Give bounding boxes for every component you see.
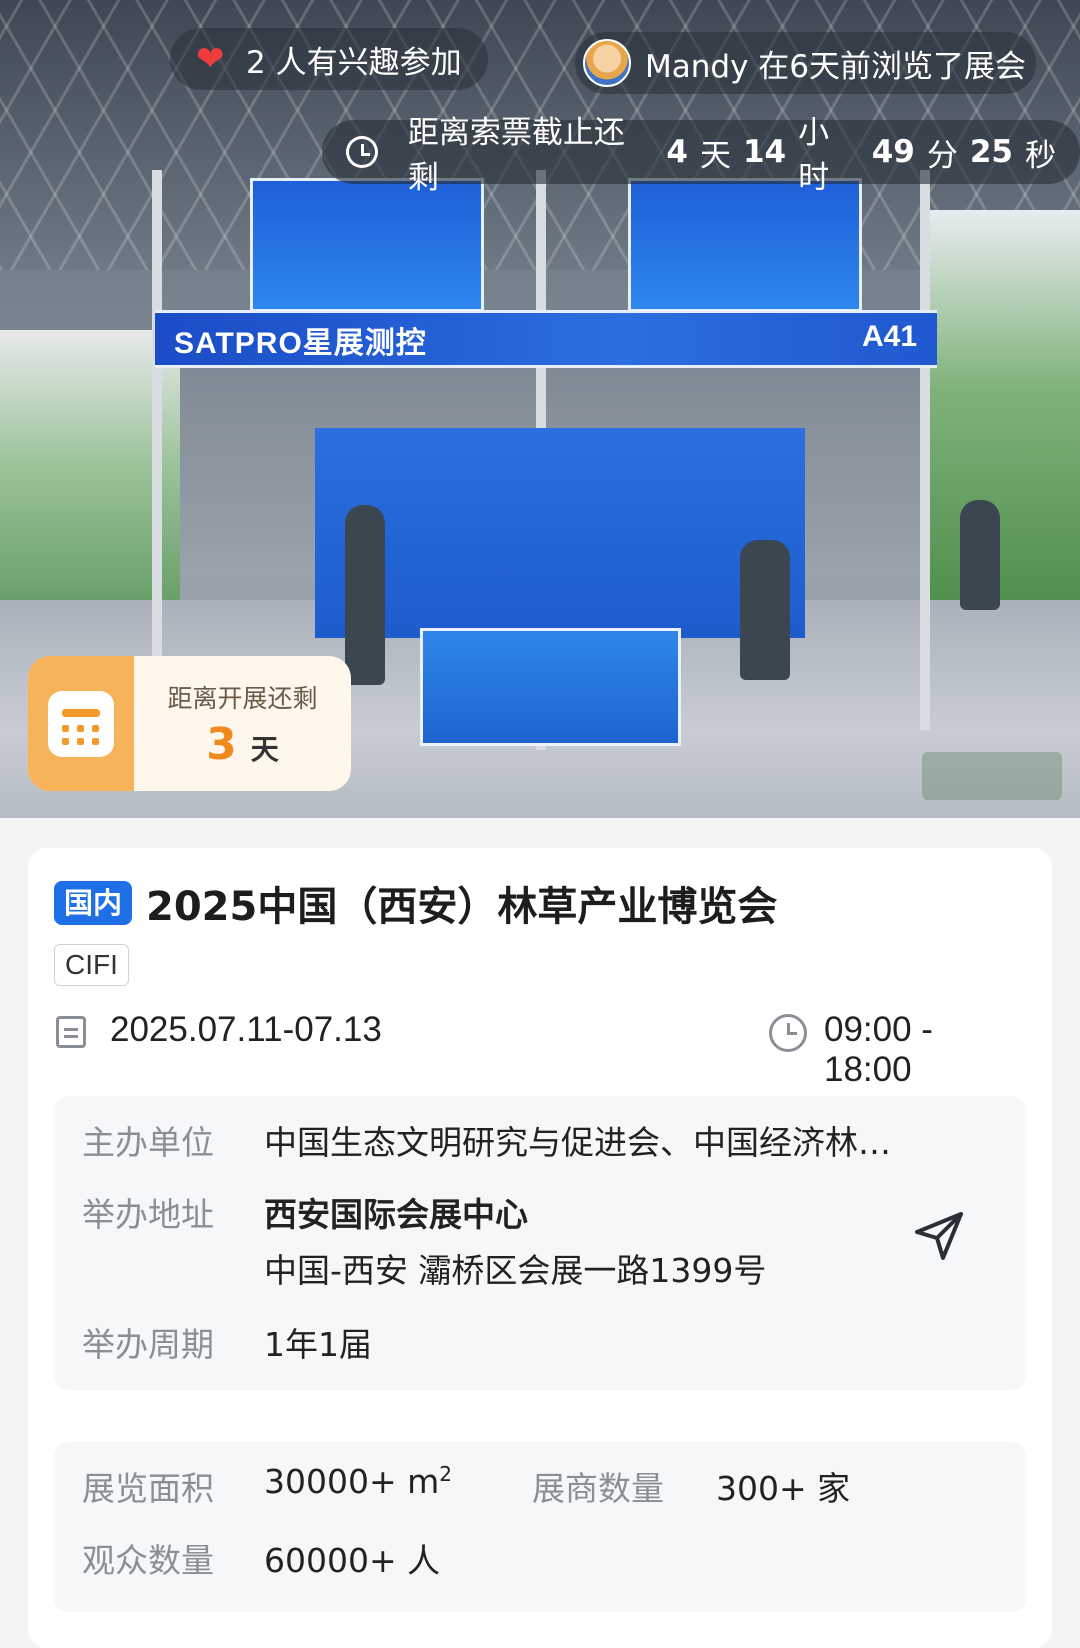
ticket-deadline-chip: 距离索票截止还剩 4 天 14 小时 49 分 25 秒 [322, 115, 1080, 196]
visitors-label: 观众数量 [82, 1541, 214, 1580]
deadline-seconds: 25 [969, 134, 1013, 170]
expo-title: 2025中国（西安）林草产业博览会 [146, 884, 778, 930]
hero-photo[interactable]: SATPRO星展测控 A41 ❤ 2 人有兴趣参加 Mandy 在6天前浏览了展… [0, 0, 1080, 818]
photo-pillar [152, 170, 162, 700]
visitors-value: 60000+ 人 [264, 1541, 441, 1580]
opening-countdown-days: 3 [206, 719, 237, 770]
clock-icon [769, 1014, 807, 1052]
deadline-minutes-unit: 分 [926, 137, 958, 174]
viewer-text: Mandy 在6天前浏览了展会 [645, 48, 1026, 85]
venue-name[interactable]: 西安国际会展中心 [264, 1188, 528, 1236]
cycle-label: 举办周期 [82, 1325, 214, 1364]
deadline-seconds-unit: 秒 [1025, 137, 1056, 174]
calendar-icon [56, 1016, 86, 1048]
area-label: 展览面积 [82, 1469, 214, 1508]
clock-icon [346, 136, 378, 168]
opening-countdown-label: 距离开展还剩 [167, 684, 318, 713]
address-label: 举办地址 [82, 1195, 214, 1234]
domestic-tag: 国内 [54, 881, 133, 925]
deadline-days: 4 [666, 134, 688, 170]
photo-side-booth-right [920, 210, 1080, 610]
stats-box: 展览面积 30000+ m2 展商数量 300+ 家 观众数量 60000+ 人 [54, 1442, 1026, 1612]
deadline-prefix: 距离索票截止还剩 [407, 115, 625, 196]
heart-icon: ❤ [196, 39, 225, 79]
photo-banner [250, 178, 484, 312]
organizer-value[interactable]: 中国生态文明研究与促进会、中国经济林… [264, 1116, 979, 1164]
deadline-hours: 14 [742, 134, 787, 170]
photo-booth-counter [420, 628, 681, 746]
photo-pillar [920, 170, 930, 730]
venue-address[interactable]: 中国-西安 灞桥区会展一路1399号 [264, 1244, 766, 1292]
photo-person [345, 505, 385, 685]
opening-countdown-unit: 天 [250, 733, 279, 766]
interest-chip: ❤ 2 人有兴趣参加 [170, 28, 488, 90]
photo-strip-booth: A41 [862, 320, 918, 353]
exhibitors-label: 展商数量 [532, 1469, 664, 1508]
opening-countdown-icon-panel [28, 656, 134, 791]
organizer-label: 主办单位 [82, 1123, 214, 1162]
photo-person [740, 540, 790, 680]
photo-banner [628, 178, 862, 312]
expo-date: 2025.07.11-07.13 [110, 1010, 382, 1049]
cycle-value: 1年1届 [264, 1325, 372, 1364]
deadline-hours-unit: 小时 [798, 115, 830, 196]
deadline-minutes: 49 [871, 134, 915, 170]
photo-person [960, 500, 1000, 610]
photo-watermark [922, 752, 1062, 800]
expo-time: 09:00 - 18:00 [824, 1010, 933, 1089]
navigation-icon[interactable] [909, 1206, 969, 1266]
photo-strip-brand: SATPRO星展测控 [174, 327, 427, 360]
photo-booth-wall [315, 428, 805, 638]
exhibitors-value: 300+ 家 [716, 1469, 851, 1508]
info-box: 主办单位 中国生态文明研究与促进会、中国经济林… 举办地址 西安国际会展中心 中… [54, 1096, 1026, 1390]
title-row: 国内 2025中国（西安）林草产业博览会 [54, 874, 777, 932]
expo-info-card: 国内 2025中国（西安）林草产业博览会 CIFI 2025.07.11-07.… [28, 848, 1052, 1648]
expo-abbreviation-badge: CIFI [54, 944, 129, 986]
avatar [583, 39, 631, 87]
deadline-days-unit: 天 [699, 137, 731, 174]
viewer-chip: Mandy 在6天前浏览了展会 [575, 32, 1036, 94]
calendar-icon [48, 690, 114, 757]
opening-countdown-card: 距离开展还剩 3 天 [28, 656, 351, 791]
date-time-row: 2025.07.11-07.13 09:00 - 18:00 [56, 1010, 1026, 1089]
interest-text: 2 人有兴趣参加 [246, 44, 462, 81]
area-value: 30000+ m2 [264, 1462, 452, 1501]
